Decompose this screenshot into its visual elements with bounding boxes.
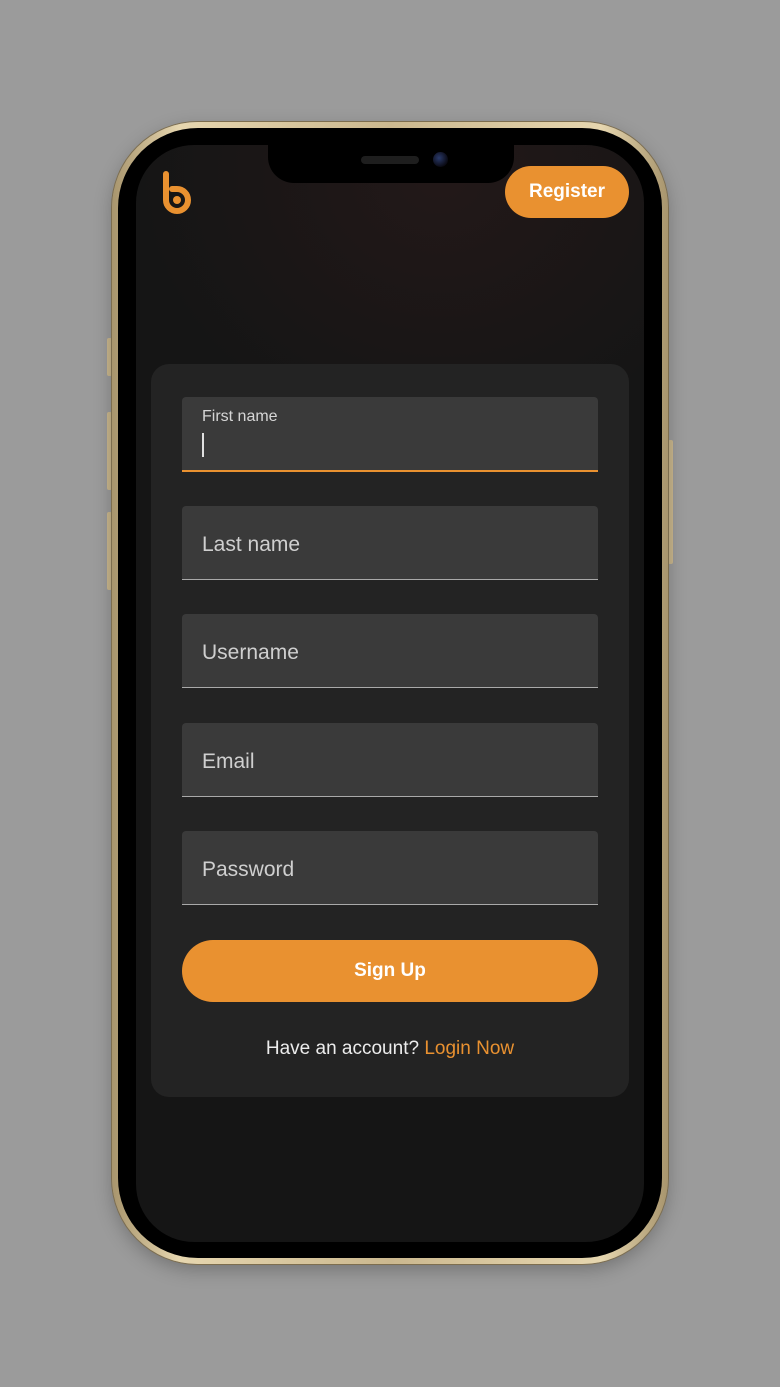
first-name-label: First name xyxy=(202,408,278,425)
username-field[interactable]: Username xyxy=(182,614,598,688)
register-button[interactable]: Register xyxy=(505,166,629,218)
login-prompt: Have an account? Login Now xyxy=(151,1038,629,1060)
password-field[interactable]: Password xyxy=(182,831,598,905)
username-label: Username xyxy=(202,641,299,664)
front-camera xyxy=(433,152,448,167)
device-power-button xyxy=(668,440,673,564)
last-name-label: Last name xyxy=(202,533,301,556)
last-name-field[interactable]: Last name xyxy=(182,506,598,580)
brand-logo-icon[interactable] xyxy=(160,170,194,214)
sign-up-button[interactable]: Sign Up xyxy=(182,940,598,1002)
text-cursor xyxy=(202,433,204,457)
login-prompt-text: Have an account? xyxy=(265,1038,420,1059)
first-name-field[interactable]: First name xyxy=(182,397,598,472)
password-label: Password xyxy=(202,858,295,881)
email-field[interactable]: Email xyxy=(182,723,598,797)
device-mockup: Register First name Last name Username E… xyxy=(0,0,780,1387)
email-label: Email xyxy=(202,750,255,773)
brand-b-logo-icon xyxy=(163,171,191,214)
login-now-link[interactable]: Login Now xyxy=(424,1038,514,1059)
earpiece-speaker xyxy=(361,156,419,164)
